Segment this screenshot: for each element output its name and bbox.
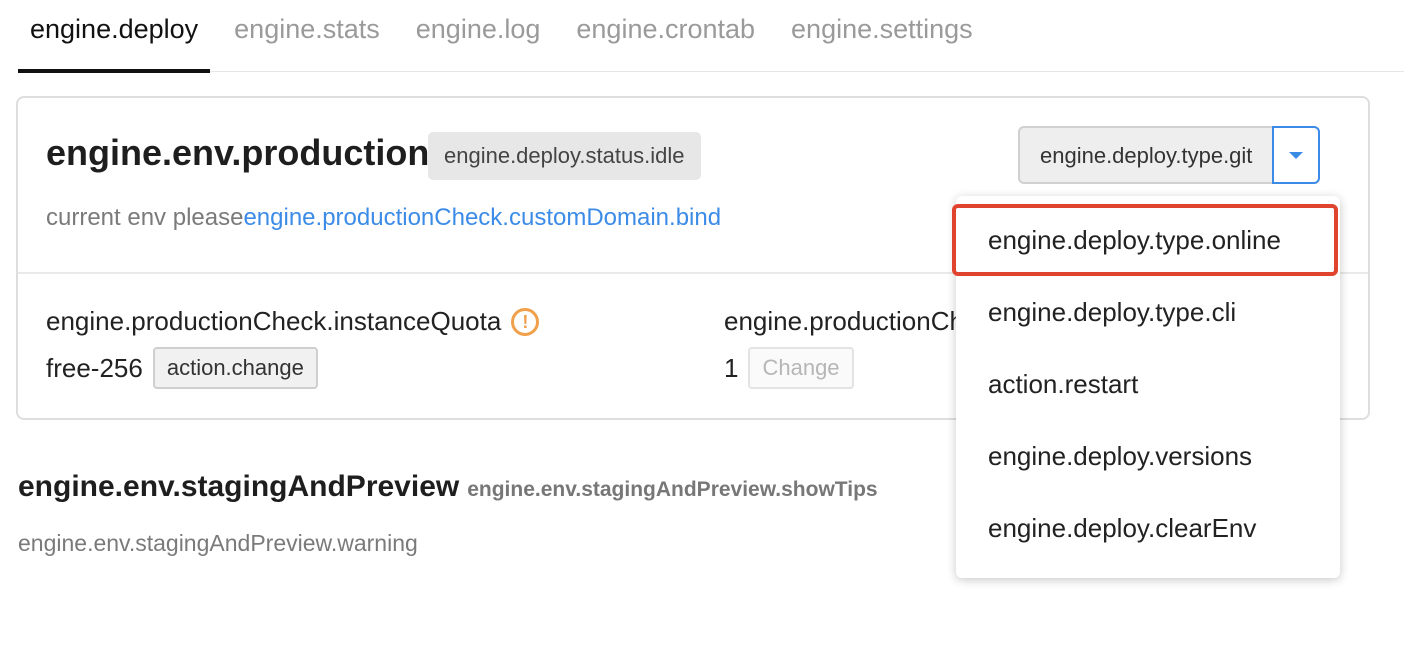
instances-value: 1: [724, 352, 739, 383]
staging-warning: engine.env.stagingAndPreview.warning: [18, 530, 418, 556]
tab-stats[interactable]: engine.stats: [222, 0, 392, 72]
deploy-button[interactable]: engine.deploy.type.git: [1018, 126, 1273, 184]
instance-quota-value-row: free-256 action.change: [46, 347, 539, 389]
production-description: current env pleaseengine.productionCheck…: [46, 204, 721, 232]
tab-log[interactable]: engine.log: [404, 0, 553, 72]
deploy-split-button: engine.deploy.type.git: [1018, 126, 1321, 186]
page: engine.deploy engine.stats engine.log en…: [0, 0, 1404, 672]
deploy-dropdown-menu: engine.deploy.type.online engine.deploy.…: [952, 196, 1340, 578]
instance-quota-label: engine.productionCheck.instanceQuota: [46, 306, 502, 336]
instances-label: engine.productionCheck.instances: [724, 306, 964, 336]
tab-bar: engine.deploy engine.stats engine.log en…: [18, 0, 1404, 73]
menu-item-deploy-online[interactable]: engine.deploy.type.online: [952, 204, 1338, 276]
instances-label-row: engine.productionCheck.instances: [724, 306, 964, 337]
staging-heading: engine.env.stagingAndPreview engine.env.…: [18, 470, 878, 504]
change-instances-button[interactable]: Change: [748, 347, 854, 389]
staging-tips[interactable]: engine.env.stagingAndPreview.showTips: [467, 478, 877, 502]
tab-settings[interactable]: engine.settings: [779, 0, 985, 72]
change-quota-button[interactable]: action.change: [152, 347, 318, 389]
warning-circle-icon[interactable]: !: [511, 307, 540, 336]
status-badge: engine.deploy.status.idle: [428, 132, 701, 180]
menu-item-versions[interactable]: engine.deploy.versions: [956, 420, 1340, 492]
bind-domain-link[interactable]: engine.productionCheck.customDomain.bind: [243, 204, 721, 231]
menu-item-deploy-cli[interactable]: engine.deploy.type.cli: [956, 276, 1340, 348]
caret-down-icon: [1289, 151, 1304, 159]
instances-check: engine.productionCheck.instances 1 Chang…: [724, 306, 964, 389]
menu-item-clear-env[interactable]: engine.deploy.clearEnv: [956, 492, 1340, 564]
staging-title: engine.env.stagingAndPreview: [18, 470, 460, 503]
instance-quota-label-row: engine.productionCheck.instanceQuota !: [46, 306, 540, 337]
tab-crontab[interactable]: engine.crontab: [564, 0, 767, 72]
instances-value-row: 1 Change: [724, 347, 964, 389]
instance-quota-check: engine.productionCheck.instanceQuota ! f…: [46, 306, 540, 389]
menu-item-restart[interactable]: action.restart: [956, 348, 1340, 420]
description-text: current env please: [46, 204, 244, 231]
production-title: engine.env.production: [46, 132, 430, 173]
instance-quota-value: free-256: [46, 352, 143, 383]
deploy-dropdown-toggle[interactable]: [1272, 126, 1321, 184]
tab-deploy[interactable]: engine.deploy: [18, 0, 211, 73]
